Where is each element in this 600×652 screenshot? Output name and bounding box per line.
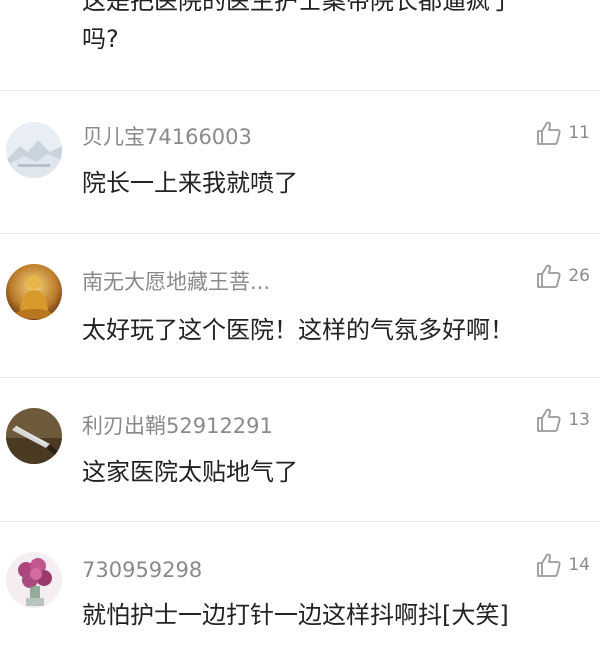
comment-text-line-1: 这是把医院的医生护士案带院长都逼疯了 (82, 0, 514, 15)
comment-text: 这是把医院的医生护士案带院长都逼疯了 吗? (82, 0, 582, 58)
like-button[interactable]: 26 (536, 261, 590, 291)
username[interactable]: 南无大愿地藏王菩... (82, 268, 270, 296)
comment-item: 利刃出鞘52912291 这家医院太贴地气了 13 (0, 378, 600, 520)
username[interactable]: 730959298 (82, 556, 202, 584)
like-count: 13 (568, 410, 590, 430)
username[interactable]: 利刃出鞘52912291 (82, 412, 273, 440)
comment-text: 就怕护士一边打针一边这样抖啊抖[大笑] (82, 601, 509, 629)
like-button[interactable]: 14 (536, 550, 590, 580)
blade-avatar-icon[interactable] (6, 408, 62, 464)
thumbs-up-icon (537, 264, 561, 288)
like-button[interactable]: 11 (536, 118, 590, 148)
comment-text: 院长一上来我就喷了 (82, 169, 298, 197)
comment-item: 730959298 就怕护士一边打针一边这样抖啊抖[大笑] 14 (0, 522, 600, 652)
comment-item: 贝儿宝74166003 院长一上来我就喷了 11 (0, 91, 600, 233)
golden-buddha-avatar-icon[interactable] (6, 264, 62, 320)
comment-text: 太好玩了这个医院！这样的气氛多好啊！ (82, 316, 514, 344)
truncated-comment: 这是把医院的医生护士案带院长都逼疯了 吗? (0, 0, 600, 90)
like-count: 26 (568, 266, 590, 286)
like-button[interactable]: 13 (536, 405, 590, 435)
comment-feed: 这是把医院的医生护士案带院长都逼疯了 吗? 贝儿宝74166003 院长一上来我… (0, 0, 600, 652)
username[interactable]: 贝儿宝74166003 (82, 123, 252, 151)
like-count: 11 (568, 123, 590, 143)
thumbs-up-icon (537, 121, 561, 145)
like-count: 14 (568, 555, 590, 575)
thumbs-up-icon (537, 408, 561, 432)
comment-text-line-2: 吗? (82, 25, 119, 53)
snowy-mountain-avatar-icon[interactable] (6, 122, 62, 178)
comment-item: 南无大愿地藏王菩... 太好玩了这个医院！这样的气氛多好啊！ 26 (0, 234, 600, 376)
comment-text: 这家医院太贴地气了 (82, 458, 298, 486)
thumbs-up-icon (537, 553, 561, 577)
flower-bouquet-avatar-icon[interactable] (6, 552, 62, 608)
